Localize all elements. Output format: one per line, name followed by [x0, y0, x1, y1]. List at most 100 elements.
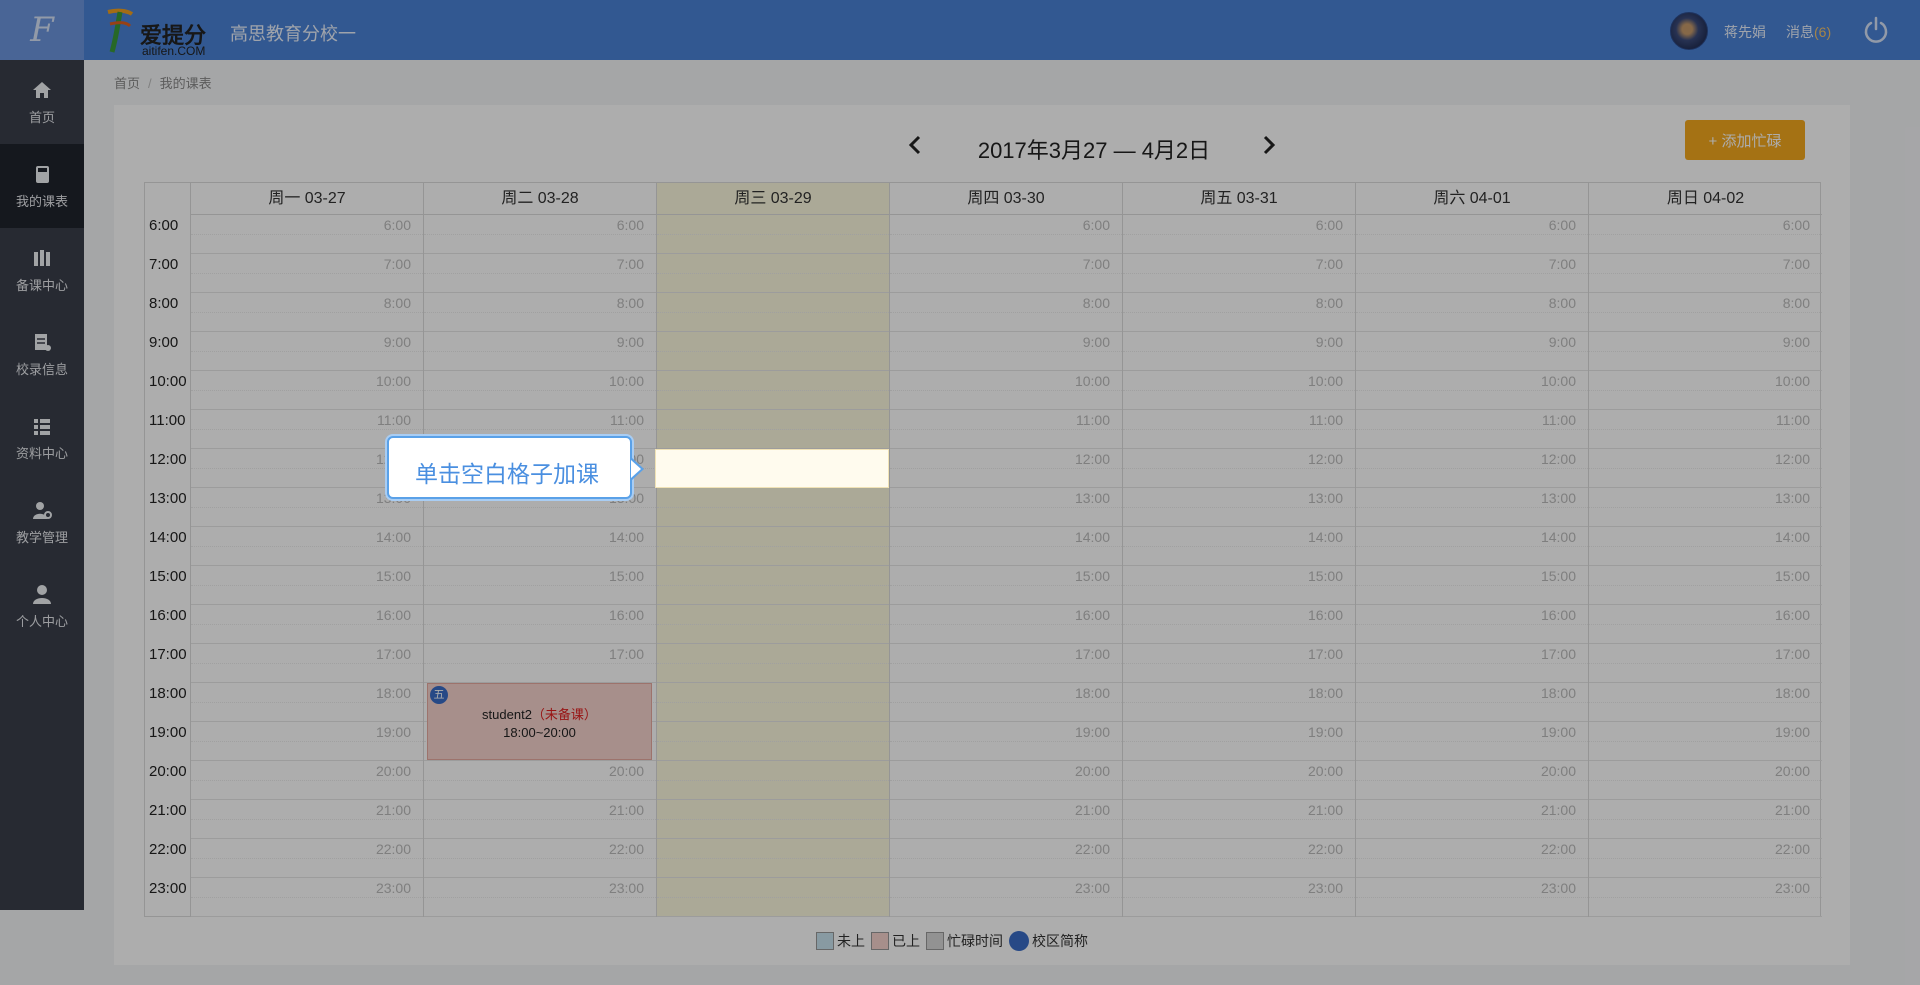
hour-cell[interactable]: 16:00: [890, 605, 1122, 644]
hour-cell[interactable]: 8:00: [1356, 293, 1588, 332]
hour-cell[interactable]: 10:00: [1123, 371, 1355, 410]
hour-cell[interactable]: 16:00: [191, 605, 423, 644]
hour-cell[interactable]: 7:00: [890, 254, 1122, 293]
hour-cell[interactable]: 13:00: [657, 488, 889, 527]
sidebar-item-profile[interactable]: 个人中心: [0, 564, 84, 648]
hour-cell[interactable]: 7:00: [657, 254, 889, 293]
sidebar-item-home[interactable]: 首页: [0, 60, 84, 144]
brand-logo[interactable]: 爱提分 aitifen.COM: [100, 4, 218, 58]
hour-cell[interactable]: 10:00: [424, 371, 656, 410]
hour-cell[interactable]: 8:00: [1123, 293, 1355, 332]
hour-cell[interactable]: 16:00: [1589, 605, 1822, 644]
hour-cell[interactable]: 22:00: [1356, 839, 1588, 878]
hour-cell[interactable]: 9:00: [890, 332, 1122, 371]
hour-cell[interactable]: 17:00: [1356, 644, 1588, 683]
hour-cell[interactable]: 23:00: [1589, 878, 1822, 917]
hour-cell[interactable]: 13:00: [1589, 488, 1822, 527]
hour-cell[interactable]: 21:00: [1356, 800, 1588, 839]
hour-cell[interactable]: 14:00: [1356, 527, 1588, 566]
hour-cell[interactable]: 11:00: [657, 410, 889, 449]
hour-cell[interactable]: 21:00: [424, 800, 656, 839]
power-icon[interactable]: [1862, 16, 1890, 44]
hour-cell[interactable]: 20:00: [890, 761, 1122, 800]
sidebar-item-schedule[interactable]: 我的课表: [0, 144, 84, 228]
hour-cell[interactable]: 9:00: [191, 332, 423, 371]
hour-cell[interactable]: 17:00: [657, 644, 889, 683]
hour-cell[interactable]: 6:00: [1356, 215, 1588, 254]
add-busy-button[interactable]: + 添加忙碌: [1685, 120, 1805, 160]
sidebar-item-teaching[interactable]: 教学管理: [0, 480, 84, 564]
hour-cell[interactable]: 8:00: [890, 293, 1122, 332]
hour-cell[interactable]: 9:00: [1589, 332, 1822, 371]
hour-cell[interactable]: 15:00: [191, 566, 423, 605]
hour-cell[interactable]: 23:00: [191, 878, 423, 917]
hour-cell[interactable]: 16:00: [1356, 605, 1588, 644]
hour-cell[interactable]: 10:00: [890, 371, 1122, 410]
hour-cell[interactable]: 15:00: [1123, 566, 1355, 605]
hour-cell[interactable]: 15:00: [424, 566, 656, 605]
avatar[interactable]: [1670, 12, 1708, 50]
chevron-right-icon[interactable]: [1256, 133, 1280, 157]
hour-cell[interactable]: 14:00: [1123, 527, 1355, 566]
hour-cell[interactable]: 7:00: [1356, 254, 1588, 293]
hour-cell[interactable]: 7:00: [191, 254, 423, 293]
hour-cell[interactable]: 12:00: [1356, 449, 1588, 488]
hour-cell[interactable]: 6:00: [890, 215, 1122, 254]
hour-cell[interactable]: 22:00: [657, 839, 889, 878]
hour-cell[interactable]: 6:00: [191, 215, 423, 254]
hour-cell[interactable]: 21:00: [191, 800, 423, 839]
hour-cell[interactable]: 20:00: [1123, 761, 1355, 800]
hour-cell[interactable]: 15:00: [1356, 566, 1588, 605]
hour-cell[interactable]: 18:00: [1123, 683, 1355, 722]
hour-cell[interactable]: 14:00: [191, 527, 423, 566]
lesson-block[interactable]: 五 student2（未备课） 18:00~20:00: [427, 683, 652, 760]
hour-cell[interactable]: 14:00: [657, 527, 889, 566]
hour-cell[interactable]: 21:00: [890, 800, 1122, 839]
hour-cell[interactable]: 19:00: [890, 722, 1122, 761]
hour-cell[interactable]: 18:00: [1589, 683, 1822, 722]
messages-link[interactable]: 消息(6): [1786, 22, 1831, 42]
hour-cell[interactable]: 17:00: [890, 644, 1122, 683]
hour-cell[interactable]: 6:00: [1589, 215, 1822, 254]
hour-cell[interactable]: 17:00: [424, 644, 656, 683]
hour-cell[interactable]: 7:00: [1589, 254, 1822, 293]
sidebar-item-records[interactable]: 校录信息: [0, 312, 84, 396]
username-link[interactable]: 蒋先娟: [1724, 22, 1766, 42]
hour-cell[interactable]: 16:00: [424, 605, 656, 644]
hour-cell[interactable]: 11:00: [890, 410, 1122, 449]
hour-cell[interactable]: 15:00: [657, 566, 889, 605]
hour-cell[interactable]: 18:00: [890, 683, 1122, 722]
hour-cell[interactable]: 14:00: [890, 527, 1122, 566]
hour-cell[interactable]: 18:00: [191, 683, 423, 722]
hour-cell[interactable]: 12:00: [890, 449, 1122, 488]
hour-cell[interactable]: 17:00: [1589, 644, 1822, 683]
hour-cell[interactable]: 18:00: [1356, 683, 1588, 722]
hour-cell[interactable]: 20:00: [191, 761, 423, 800]
hour-cell[interactable]: 8:00: [657, 293, 889, 332]
hour-cell[interactable]: 20:00: [1589, 761, 1822, 800]
hour-cell[interactable]: 20:00: [1356, 761, 1588, 800]
hour-cell[interactable]: 9:00: [1356, 332, 1588, 371]
hour-cell[interactable]: 23:00: [1123, 878, 1355, 917]
hour-cell[interactable]: 23:00: [1356, 878, 1588, 917]
breadcrumb-home[interactable]: 首页: [114, 76, 140, 91]
hour-cell[interactable]: 12:00: [1123, 449, 1355, 488]
hour-cell[interactable]: 21:00: [1589, 800, 1822, 839]
hour-cell[interactable]: 23:00: [890, 878, 1122, 917]
hour-cell[interactable]: 8:00: [1589, 293, 1822, 332]
hour-cell[interactable]: 7:00: [1123, 254, 1355, 293]
hour-cell[interactable]: 10:00: [191, 371, 423, 410]
chevron-left-icon[interactable]: [904, 133, 928, 157]
hour-cell[interactable]: 20:00: [657, 761, 889, 800]
hour-cell[interactable]: 13:00: [890, 488, 1122, 527]
hour-cell[interactable]: 19:00: [657, 722, 889, 761]
hour-cell[interactable]: 8:00: [424, 293, 656, 332]
hour-cell[interactable]: 19:00: [1356, 722, 1588, 761]
hour-cell[interactable]: 14:00: [1589, 527, 1822, 566]
hour-cell[interactable]: 13:00: [1123, 488, 1355, 527]
hour-cell[interactable]: 15:00: [1589, 566, 1822, 605]
hour-cell[interactable]: 10:00: [1356, 371, 1588, 410]
hour-cell[interactable]: 22:00: [1123, 839, 1355, 878]
hour-cell[interactable]: 19:00: [191, 722, 423, 761]
hour-cell[interactable]: 14:00: [424, 527, 656, 566]
